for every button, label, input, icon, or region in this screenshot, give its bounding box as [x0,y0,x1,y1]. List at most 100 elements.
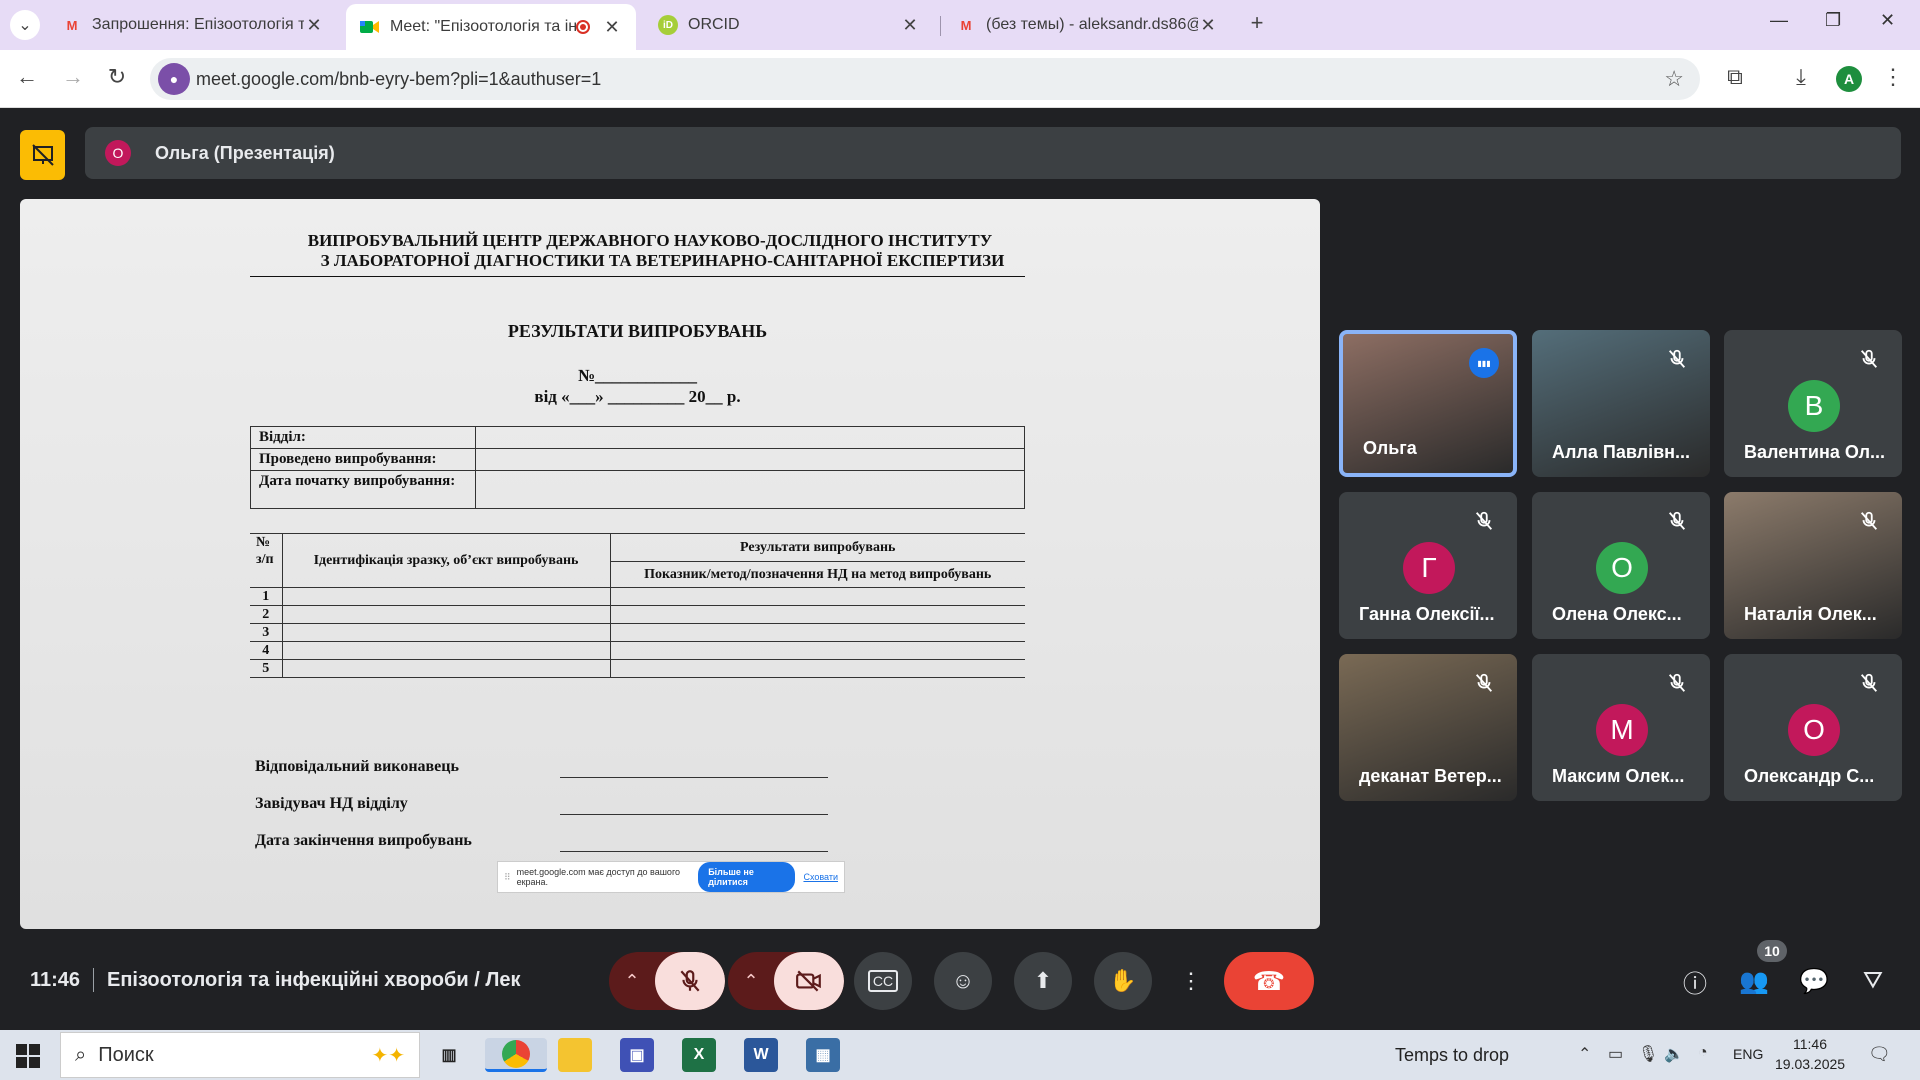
raise-hand-button[interactable]: ✋ [1094,952,1152,1010]
participant-tile[interactable]: Г Ганна Олексії... [1339,492,1517,639]
new-tab-icon[interactable]: + [1242,10,1272,36]
close-tab-icon[interactable]: ✕ [1198,15,1218,36]
browser-menu-icon[interactable]: ⋮ [1878,64,1908,90]
search-highlight-icon: ✦✦ [371,1044,405,1067]
table-row: 1 [250,587,1025,606]
doc-header-line1: ВИПРОБУВАЛЬНИЙ ЦЕНТР ДЕРЖАВНОГО НАУКОВО-… [307,231,993,250]
header-underline [250,276,1025,277]
save-app-icon[interactable]: ▣ [620,1038,654,1072]
restore-icon[interactable]: ❐ [1825,10,1841,31]
share-notice-text: meet.google.com має доступ до вашого екр… [516,867,681,887]
back-icon[interactable]: ← [12,64,42,90]
participant-avatar: Г [1403,542,1455,594]
captions-button[interactable]: CC [854,952,912,1010]
participant-avatar: В [1788,380,1840,432]
participant-tile[interactable]: О Олена Олекс... [1532,492,1710,639]
participant-name: Наталія Олек... [1744,604,1877,624]
mic-tray-icon[interactable]: 🎙 [1638,1044,1658,1064]
network-icon[interactable]: ◔ [1698,1044,1708,1062]
mic-off-button[interactable] [655,952,725,1010]
leave-call-button[interactable]: ☎ [1224,952,1314,1010]
weather-widget[interactable]: Temps to drop [1395,1045,1509,1066]
participant-tile[interactable]: деканат Ветер... [1339,654,1517,801]
microphone-icon[interactable]: ● [158,63,190,95]
muted-mic-icon [1475,673,1493,692]
task-view-icon[interactable]: ▥ [432,1038,466,1072]
participant-avatar: М [1596,704,1648,756]
tab-gmail-untitled[interactable]: M (без темы) - aleksandr.ds86@g ✕ [942,6,1232,44]
tab-meet[interactable]: Meet: "Епізоотологія та інф ✕ [346,4,636,50]
mic-control: ⌃ [609,952,725,1010]
reload-icon[interactable]: ↻ [102,64,132,90]
clock-time: 11:46 [1793,1036,1827,1052]
table-row: 4 [250,641,1025,660]
col-sub-header: Показник/метод/позначення НД на метод ви… [610,561,1025,588]
table-row: № з/п Ідентифікація зразку, об’єкт випро… [250,533,1025,588]
presentation-icon[interactable] [20,130,65,180]
chrome-taskbar-icon[interactable] [485,1038,547,1072]
calculator-icon[interactable]: ▦ [806,1038,840,1072]
windows-start-icon[interactable] [16,1044,40,1068]
close-tab-icon[interactable]: ✕ [602,17,622,38]
document: ВИПРОБУВАЛЬНИЙ ЦЕНТР ДЕРЖАВНОГО НАУКОВО-… [250,231,1050,852]
participant-tile[interactable]: В Валентина Ол... [1724,330,1902,477]
drag-handle-icon[interactable]: ⠿ [504,872,511,883]
participant-tile[interactable]: Наталія Олек... [1724,492,1902,639]
word-icon[interactable]: W [744,1038,778,1072]
camera-off-button[interactable] [774,952,844,1010]
signature-label: Дата закінчення випробувань [255,832,472,849]
windows-taskbar: ⌕ Поиск ✦✦ ▥ ▣ X W ▦ Temps to drop ⌃ ▭ 🎙… [0,1030,1920,1080]
participant-tile[interactable]: М Максим Олек... [1532,654,1710,801]
tab-search-icon[interactable]: ⌄ [10,10,40,40]
participant-tile[interactable]: ▮▮▮ Ольга [1339,330,1517,477]
profile-avatar[interactable]: A [1836,66,1862,92]
doc-header-line2: З ЛАБОРАТОРНОЇ ДІАГНОСТИКИ ТА ВЕТЕРИНАРН… [320,251,1005,270]
emoji-icon: ☺ [951,968,975,993]
taskbar-search[interactable]: ⌕ Поиск ✦✦ [60,1032,420,1078]
stop-sharing-button[interactable]: Більше не ділитися [698,862,796,892]
present-screen-icon: ⬆ [1033,968,1053,993]
reactions-button[interactable]: ☺ [934,952,992,1010]
download-icon[interactable]: ⤓ [1786,64,1816,90]
muted-mic-icon [1860,349,1878,368]
tab-gmail-invite[interactable]: M Запрошення: Епізоотологія та ✕ [48,6,338,44]
tray-expand-icon[interactable]: ⌃ [1578,1044,1591,1064]
url-text[interactable]: meet.google.com/bnb-eyry-bem?pli=1&authu… [196,69,601,90]
bookmark-star-icon[interactable]: ☆ [1664,66,1684,92]
excel-icon[interactable]: X [682,1038,716,1072]
doc-title: РЕЗУЛЬТАТИ ВИПРОБУВАНЬ [507,321,768,341]
speaking-indicator-icon: ▮▮▮ [1469,348,1499,378]
meet-tray-icon[interactable]: ▭ [1608,1044,1623,1064]
language-indicator[interactable]: ENG [1733,1046,1763,1062]
minimize-icon[interactable]: — [1770,10,1788,31]
tab-orcid[interactable]: iD ORCID ✕ [644,6,934,44]
people-icon[interactable]: 👥 [1737,964,1771,998]
close-tab-icon[interactable]: ✕ [900,15,920,36]
participant-name: Алла Павлівн... [1552,442,1691,462]
participant-tile[interactable]: О Олександр С... [1724,654,1902,801]
activities-icon[interactable]: ⛛ [1856,964,1890,998]
meeting-info-icon[interactable]: ⓘ [1678,964,1712,998]
notifications-icon[interactable]: 🗨 [1868,1044,1891,1065]
participant-name: Олена Олекс... [1552,604,1682,624]
extensions-icon[interactable]: ⧉ [1720,64,1750,90]
present-button[interactable]: ⬆ [1014,952,1072,1010]
audio-options-chevron-icon[interactable]: ⌃ [609,952,655,1010]
participant-tile[interactable]: Алла Павлівн... [1532,330,1710,477]
video-options-chevron-icon[interactable]: ⌃ [728,952,774,1010]
presenter-banner: О Ольга (Презентація) [85,127,1901,179]
table-row: Відділ: [250,426,1025,449]
volume-icon[interactable]: 🔈 [1664,1044,1684,1064]
meeting-time: 11:46 [30,969,81,991]
participant-name: Ганна Олексії... [1359,604,1495,624]
more-options-button[interactable]: ⋮ [1172,952,1210,1010]
chat-icon[interactable]: 💬 [1797,964,1831,998]
system-clock[interactable]: 11:46 19.03.2025 [1775,1034,1845,1074]
hide-notification-link[interactable]: Сховати [803,872,838,882]
address-bar[interactable]: ● meet.google.com/bnb-eyry-bem?pli=1&aut… [150,58,1700,100]
table-row: Проведено випробування: [250,448,1025,471]
forward-icon[interactable]: → [58,64,88,90]
close-window-icon[interactable]: ✕ [1880,10,1895,31]
file-explorer-icon[interactable] [558,1038,592,1072]
close-tab-icon[interactable]: ✕ [304,15,324,36]
